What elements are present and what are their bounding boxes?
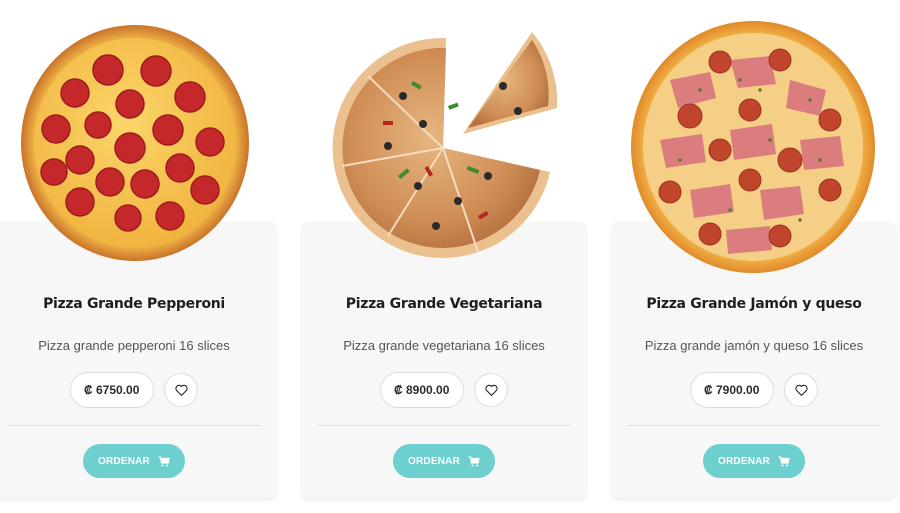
- product-description: Pizza grande jamón y queso 16 slices: [644, 338, 864, 353]
- pepperoni-pizza-image[interactable]: [20, 22, 250, 262]
- order-button-label: ORDENAR: [718, 455, 770, 467]
- price-badge: ₡ 8900.00: [380, 372, 464, 408]
- heart-icon: [174, 384, 188, 396]
- divider: [8, 425, 260, 426]
- order-button[interactable]: ORDENAR: [393, 444, 495, 478]
- price-badge: ₡ 7900.00: [690, 372, 774, 408]
- divider: [628, 425, 880, 426]
- order-button[interactable]: ORDENAR: [83, 444, 185, 478]
- product-description: Pizza grande pepperoni 16 slices: [38, 338, 230, 353]
- product-title: Pizza Grande Vegetariana: [345, 296, 543, 312]
- product-card-pepperoni: Pizza Grande Pepperoni Pizza grande pepp…: [0, 222, 276, 498]
- favorite-button[interactable]: [784, 373, 818, 407]
- ham-cheese-pizza-image[interactable]: [630, 20, 876, 274]
- order-button-label: ORDENAR: [98, 455, 150, 467]
- favorite-button[interactable]: [164, 373, 198, 407]
- product-grid: Pizza Grande Pepperoni Pizza grande pepp…: [0, 0, 900, 513]
- cart-icon: [468, 455, 480, 466]
- order-button-label: ORDENAR: [408, 455, 460, 467]
- vegetarian-pizza-image[interactable]: [328, 26, 558, 271]
- product-description: Pizza grande vegetariana 16 slices: [343, 338, 545, 353]
- heart-icon: [794, 384, 808, 396]
- heart-icon: [484, 384, 498, 396]
- divider: [318, 425, 570, 426]
- product-title: Pizza Grande Jamón y queso: [646, 296, 862, 312]
- favorite-button[interactable]: [474, 373, 508, 407]
- product-title: Pizza Grande Pepperoni: [43, 296, 225, 312]
- order-button[interactable]: ORDENAR: [703, 444, 805, 478]
- cart-icon: [778, 455, 790, 466]
- price-badge: ₡ 6750.00: [70, 372, 154, 408]
- cart-icon: [158, 455, 170, 466]
